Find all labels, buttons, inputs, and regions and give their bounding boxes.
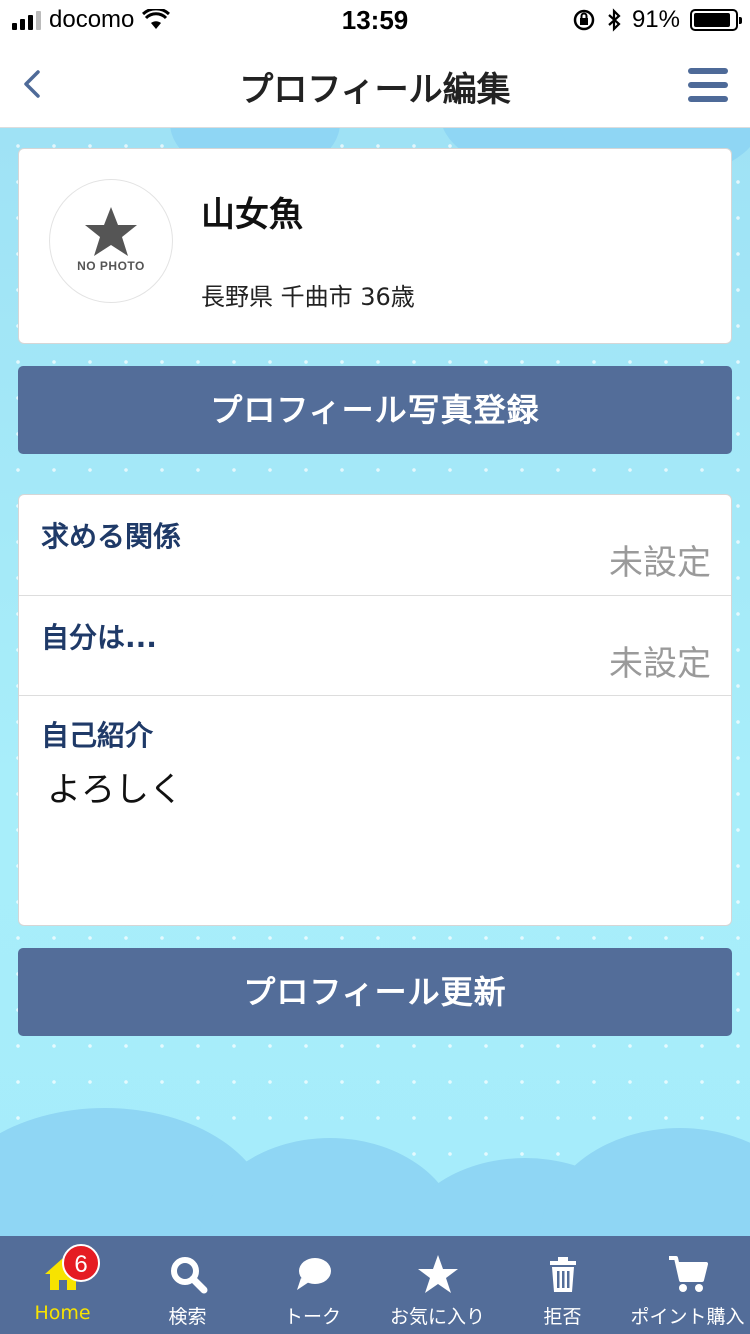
bluetooth-icon (608, 8, 621, 32)
no-photo-label: NO PHOTO (77, 259, 145, 273)
profile-location-age: 長野県 千曲市 36歳 (201, 283, 415, 311)
profile-card: NO PHOTO 山女魚 長野県 千曲市 36歳 (18, 148, 732, 344)
cart-icon (668, 1256, 708, 1292)
tab-favorites[interactable]: お気に入り (375, 1236, 500, 1334)
star-icon (85, 207, 137, 256)
battery-level (694, 13, 731, 27)
tab-talk[interactable]: トーク (250, 1236, 375, 1334)
field-label: 求める関係 (41, 520, 182, 553)
tab-home[interactable]: 6 Home (0, 1236, 125, 1334)
register-photo-button[interactable]: プロフィール写真登録 (18, 366, 732, 454)
field-self-introduction: 自己紹介 よろしく (19, 696, 731, 926)
field-relationship[interactable]: 求める関係 未設定 (19, 495, 731, 596)
tab-buy-points[interactable]: ポイント購入 (625, 1236, 750, 1334)
search-icon (170, 1257, 207, 1294)
hamburger-menu-icon[interactable] (688, 68, 728, 102)
update-profile-button[interactable]: プロフィール更新 (18, 948, 732, 1036)
trash-icon (549, 1257, 576, 1292)
page-title: プロフィール編集 (239, 70, 511, 110)
tab-label: トーク (283, 1306, 341, 1328)
tab-label: 拒否 (543, 1306, 582, 1328)
profile-fields-card: 求める関係 未設定 自分は... 未設定 自己紹介 よろしく (18, 494, 732, 926)
battery-percent: 91% (631, 6, 680, 33)
field-value: 未設定 (609, 644, 711, 684)
avatar[interactable]: NO PHOTO (49, 179, 173, 303)
self-introduction-textarea[interactable]: よろしく (47, 762, 697, 902)
tab-label: Home (34, 1302, 91, 1324)
star-icon (417, 1255, 458, 1293)
tab-bar: 6 Home 検索 トーク お気に入り 拒否 ポイント購入 (0, 1236, 750, 1334)
tab-label: ポイント購入 (630, 1306, 745, 1328)
field-label: 自己紹介 (41, 719, 154, 752)
rotation-lock-icon (573, 9, 595, 31)
tab-label: 検索 (168, 1306, 207, 1328)
navigation-bar: プロフィール編集 (0, 40, 750, 128)
tab-block[interactable]: 拒否 (500, 1236, 625, 1334)
tab-label: お気に入り (389, 1306, 485, 1328)
field-label: 自分は... (41, 621, 157, 654)
field-self[interactable]: 自分は... 未設定 (19, 596, 731, 696)
tab-search[interactable]: 検索 (125, 1236, 250, 1334)
status-bar: docomo 13:59 91% (0, 0, 750, 40)
status-right: 91% (572, 6, 742, 34)
notification-badge: 6 (62, 1244, 100, 1282)
profile-name: 山女魚 (201, 195, 303, 235)
chat-bubble-icon (296, 1258, 331, 1290)
battery-icon (690, 9, 742, 31)
field-value: 未設定 (609, 543, 711, 583)
